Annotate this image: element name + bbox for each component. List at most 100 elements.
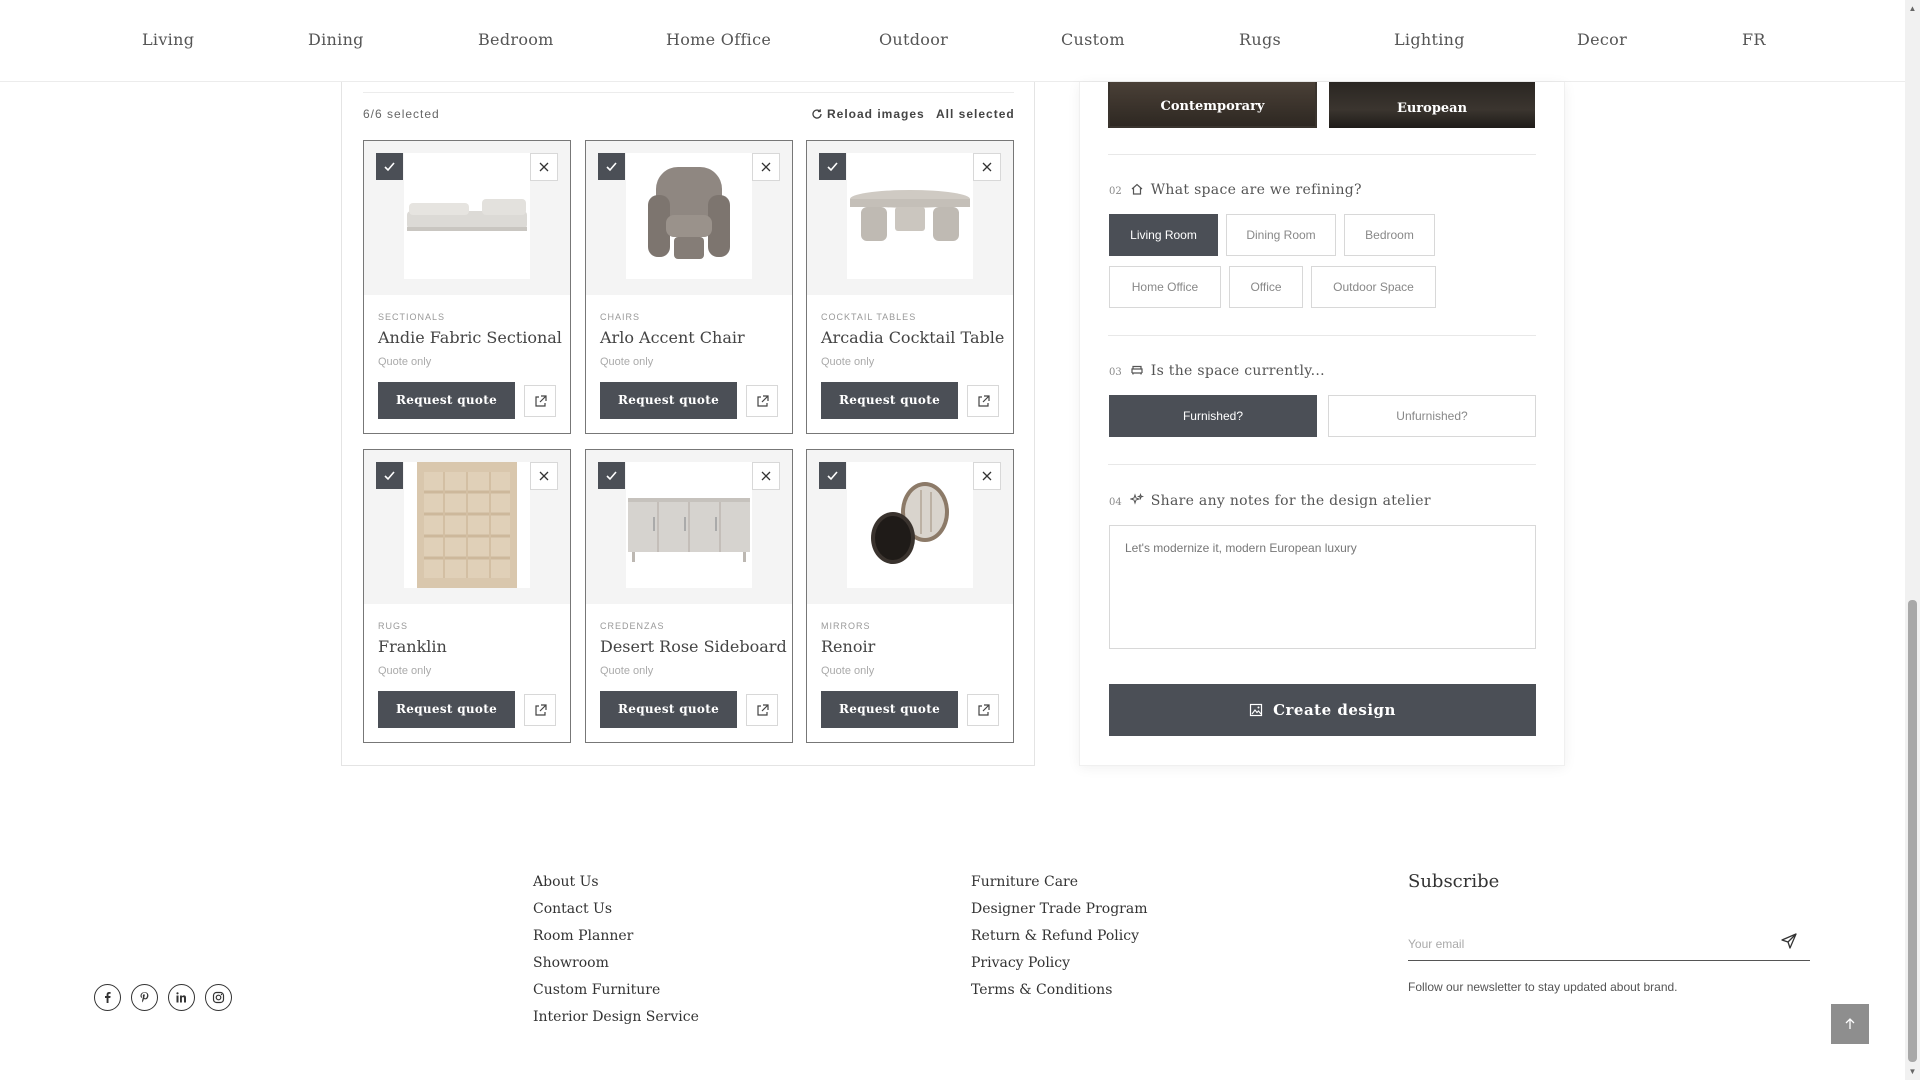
nav-item-language[interactable]: FR — [1742, 30, 1766, 49]
space-option-dining-room[interactable]: Dining Room — [1226, 214, 1336, 256]
facebook-icon — [105, 992, 111, 1003]
remove-button[interactable] — [973, 153, 1001, 181]
product-selection-panel: 6/6 selected Reload images All selected … — [341, 82, 1035, 766]
footer-link-terms[interactable]: Terms & Conditions — [971, 982, 1112, 998]
nav-item-dining[interactable]: Dining — [308, 30, 364, 49]
design-notes-input[interactable]: Let's modernize it, modern European luxu… — [1109, 525, 1536, 649]
nav-item-bedroom[interactable]: Bedroom — [478, 30, 554, 49]
space-option-office[interactable]: Office — [1229, 266, 1303, 308]
linkedin-link[interactable] — [168, 984, 195, 1011]
footer-link-trade-program[interactable]: Designer Trade Program — [971, 901, 1147, 917]
space-option-living-room[interactable]: Living Room — [1109, 214, 1218, 256]
remove-button[interactable] — [530, 153, 558, 181]
scroll-up-icon[interactable]: ▲ — [1905, 0, 1920, 17]
top-navigation: Living Dining Bedroom Home Office Outdoo… — [0, 0, 1905, 82]
remove-button[interactable] — [530, 462, 558, 490]
page-scrollbar[interactable]: ▲ ▼ — [1905, 0, 1920, 1080]
external-link-icon — [757, 395, 769, 407]
close-icon — [539, 471, 549, 481]
select-checkbox[interactable] — [598, 462, 625, 489]
product-image-rug — [404, 462, 530, 588]
footer-link-about[interactable]: About Us — [533, 874, 599, 890]
product-category: CREDENZAS — [600, 621, 665, 631]
request-quote-button[interactable]: Request quote — [600, 691, 737, 728]
subscribe-note: Follow our newsletter to stay updated ab… — [1408, 980, 1678, 994]
product-price: Quote only — [821, 356, 875, 368]
nav-item-lighting[interactable]: Lighting — [1394, 30, 1465, 49]
email-input[interactable] — [1408, 927, 1810, 961]
create-design-label: Create design — [1273, 701, 1396, 719]
close-icon — [761, 471, 771, 481]
footer-link-privacy[interactable]: Privacy Policy — [971, 955, 1070, 971]
nav-item-rugs[interactable]: Rugs — [1239, 30, 1281, 49]
pinterest-link[interactable] — [131, 984, 158, 1011]
scroll-down-icon[interactable]: ▼ — [1905, 1063, 1920, 1080]
nav-item-decor[interactable]: Decor — [1577, 30, 1627, 49]
arrow-up-icon — [1845, 1018, 1855, 1029]
external-link-icon — [978, 704, 990, 716]
remove-button[interactable] — [752, 462, 780, 490]
check-icon — [827, 162, 838, 172]
nav-item-home-office[interactable]: Home Office — [666, 30, 771, 49]
furnished-option[interactable]: Furnished? — [1109, 395, 1317, 437]
select-checkbox[interactable] — [819, 153, 846, 180]
open-product-button[interactable] — [967, 385, 999, 417]
space-option-outdoor-space[interactable]: Outdoor Space — [1311, 266, 1436, 308]
close-icon — [761, 162, 771, 172]
product-image-mirrors — [847, 462, 973, 588]
reload-images-button[interactable]: Reload images — [811, 107, 925, 121]
style-option-contemporary[interactable]: Contemporary — [1108, 82, 1317, 128]
subscribe-title: Subscribe — [1408, 871, 1500, 892]
facebook-link[interactable] — [94, 984, 121, 1011]
open-product-button[interactable] — [524, 385, 556, 417]
select-checkbox[interactable] — [376, 153, 403, 180]
nav-item-living[interactable]: Living — [142, 30, 194, 49]
all-selected-button[interactable]: All selected — [936, 107, 1015, 121]
footer-link-showroom[interactable]: Showroom — [533, 955, 609, 971]
product-name: Desert Rose Sideboard — [600, 637, 787, 656]
nav-item-custom[interactable]: Custom — [1061, 30, 1125, 49]
select-checkbox[interactable] — [598, 153, 625, 180]
nav-item-outdoor[interactable]: Outdoor — [879, 30, 948, 49]
product-category: CHAIRS — [600, 312, 641, 322]
back-to-top-button[interactable] — [1831, 1004, 1869, 1044]
footer-link-room-planner[interactable]: Room Planner — [533, 928, 633, 944]
question-number: 04 — [1109, 497, 1122, 508]
request-quote-button[interactable]: Request quote — [378, 382, 515, 419]
select-checkbox[interactable] — [819, 462, 846, 489]
space-option-bedroom[interactable]: Bedroom — [1344, 214, 1435, 256]
home-icon — [1131, 183, 1143, 195]
space-option-home-office[interactable]: Home Office — [1109, 266, 1221, 308]
product-category: SECTIONALS — [378, 312, 446, 322]
unfurnished-option[interactable]: Unfurnished? — [1328, 395, 1536, 437]
request-quote-button[interactable]: Request quote — [600, 382, 737, 419]
footer-link-contact[interactable]: Contact Us — [533, 901, 612, 917]
footer-link-interior-design[interactable]: Interior Design Service — [533, 1009, 699, 1025]
request-quote-button[interactable]: Request quote — [378, 691, 515, 728]
footer-link-return-policy[interactable]: Return & Refund Policy — [971, 928, 1139, 944]
scroll-thumb[interactable] — [1908, 600, 1917, 1062]
request-quote-button[interactable]: Request quote — [821, 691, 958, 728]
create-design-button[interactable]: Create design — [1109, 684, 1536, 736]
product-card: COCKTAIL TABLES Arcadia Cocktail Table Q… — [806, 140, 1014, 434]
request-quote-button[interactable]: Request quote — [821, 382, 958, 419]
reload-label: Reload images — [827, 107, 925, 121]
select-checkbox[interactable] — [376, 462, 403, 489]
product-image-sideboard — [626, 462, 752, 588]
open-product-button[interactable] — [967, 694, 999, 726]
style-option-european[interactable]: European — [1329, 82, 1535, 128]
check-icon — [384, 471, 395, 481]
remove-button[interactable] — [752, 153, 780, 181]
close-icon — [539, 162, 549, 172]
open-product-button[interactable] — [746, 385, 778, 417]
open-product-button[interactable] — [746, 694, 778, 726]
product-price: Quote only — [600, 356, 654, 368]
footer-link-furniture-care[interactable]: Furniture Care — [971, 874, 1078, 890]
remove-button[interactable] — [973, 462, 1001, 490]
footer-link-custom-furniture[interactable]: Custom Furniture — [533, 982, 660, 998]
sofa-icon — [1131, 365, 1143, 375]
instagram-link[interactable] — [205, 984, 232, 1011]
subscribe-submit-button[interactable] — [1780, 932, 1800, 952]
pinterest-icon — [140, 992, 149, 1003]
open-product-button[interactable] — [524, 694, 556, 726]
